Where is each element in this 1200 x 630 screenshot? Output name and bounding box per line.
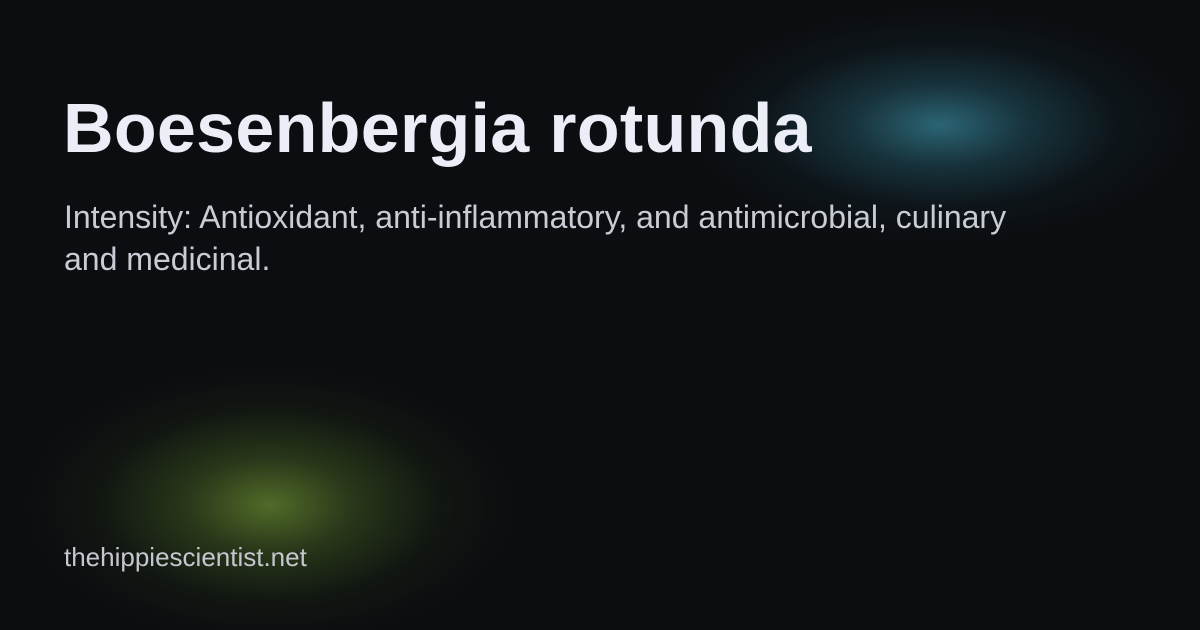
green-glow-decoration [30,370,510,630]
site-domain: thehippiescientist.net [64,542,307,572]
page-title: Boesenbergia rotunda [63,89,812,167]
description-text: Intensity: Antioxidant, anti-inflammator… [64,199,1007,277]
og-card: Boesenbergia rotunda Intensity: Antioxid… [0,0,1200,630]
